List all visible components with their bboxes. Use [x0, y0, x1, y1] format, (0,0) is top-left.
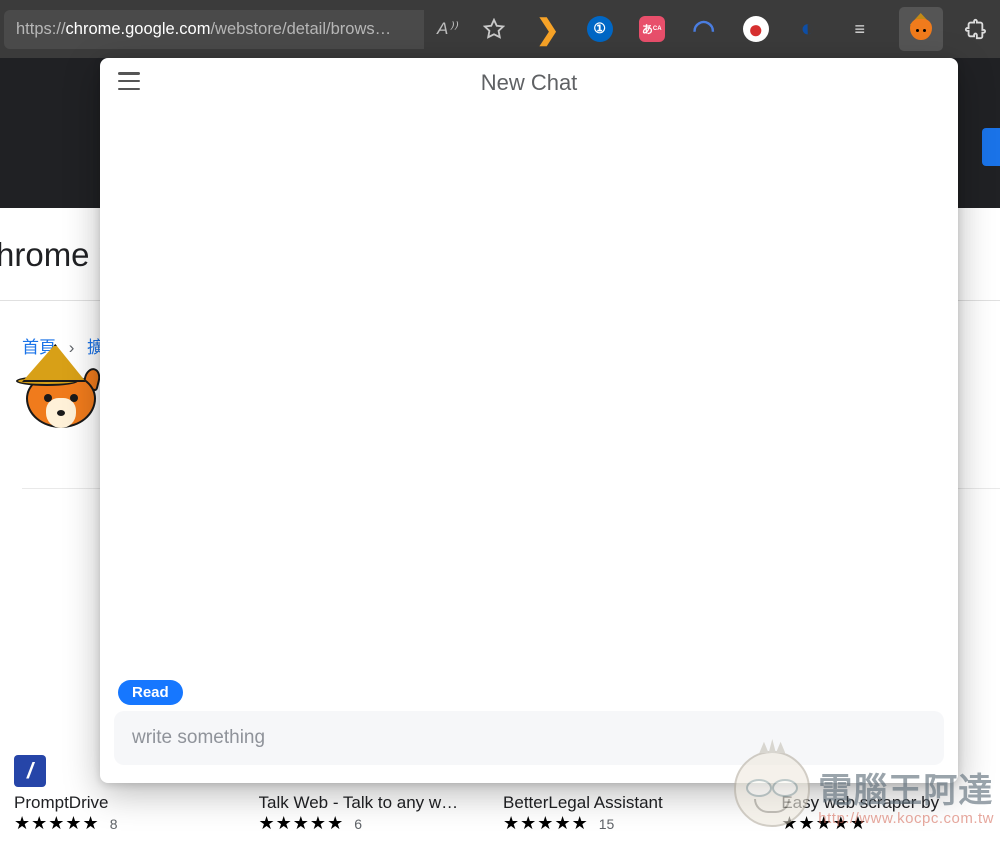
popup-header: New Chat — [100, 58, 958, 108]
favorite-star-icon[interactable] — [483, 16, 505, 42]
star-rating-icon: ★★★★★ — [14, 813, 100, 833]
rating-count: 15 — [599, 816, 615, 832]
read-aloud-icon[interactable]: A⁾⁾ — [437, 16, 457, 42]
extension-icon-2[interactable]: ① — [587, 16, 613, 42]
composer — [114, 711, 944, 765]
extensions-bar: ❯ ① あCA ◠ ● ◐ ≡ — [522, 7, 1000, 51]
address-bar[interactable]: https:// chrome.google.com /webstore/det… — [4, 10, 424, 49]
extension-icon-7[interactable]: ≡ — [847, 16, 873, 42]
extension-icon-6[interactable]: ◐ — [795, 16, 821, 42]
read-mode-chip[interactable]: Read — [118, 680, 183, 705]
star-rating-icon: ★★★★★ — [259, 813, 345, 833]
extension-icon-active-fox[interactable] — [899, 7, 943, 51]
extension-icon-5[interactable]: ● — [743, 16, 769, 42]
url-scheme: https:// — [16, 20, 66, 39]
star-rating-icon: ★★★★★ — [503, 813, 589, 833]
url-host: chrome.google.com — [66, 20, 211, 39]
card-title: PromptDrive — [14, 793, 259, 813]
extensions-menu-icon[interactable] — [962, 16, 988, 42]
extension-icon-3[interactable]: あCA — [639, 16, 665, 42]
fox-wizard-icon — [908, 16, 934, 42]
chat-input[interactable] — [132, 727, 926, 749]
rating-count: 6 — [354, 816, 362, 832]
card-title: BetterLegal Assistant — [503, 793, 781, 813]
install-button-edge[interactable] — [982, 128, 1000, 166]
chat-body-empty — [100, 108, 958, 680]
rating-count: 8 — [110, 816, 118, 832]
card-thumb-icon: / — [14, 755, 46, 787]
extension-icon-4[interactable]: ◠ — [691, 16, 717, 42]
extension-popup: New Chat Read — [100, 58, 958, 783]
popup-title: New Chat — [481, 70, 578, 96]
card-title: Talk Web - Talk to any w… — [259, 793, 504, 813]
star-rating-icon: ★★★★★ — [781, 813, 867, 833]
extension-logo-fox-wizard — [18, 348, 104, 434]
browser-toolbar: https:// chrome.google.com /webstore/det… — [0, 0, 1000, 58]
extension-icon-1[interactable]: ❯ — [535, 16, 561, 42]
url-path: /webstore/detail/brows… — [210, 20, 391, 39]
card-title: Easy web scraper by — [781, 793, 1000, 813]
hamburger-menu-icon[interactable] — [118, 72, 140, 90]
popup-footer: Read — [100, 680, 958, 783]
